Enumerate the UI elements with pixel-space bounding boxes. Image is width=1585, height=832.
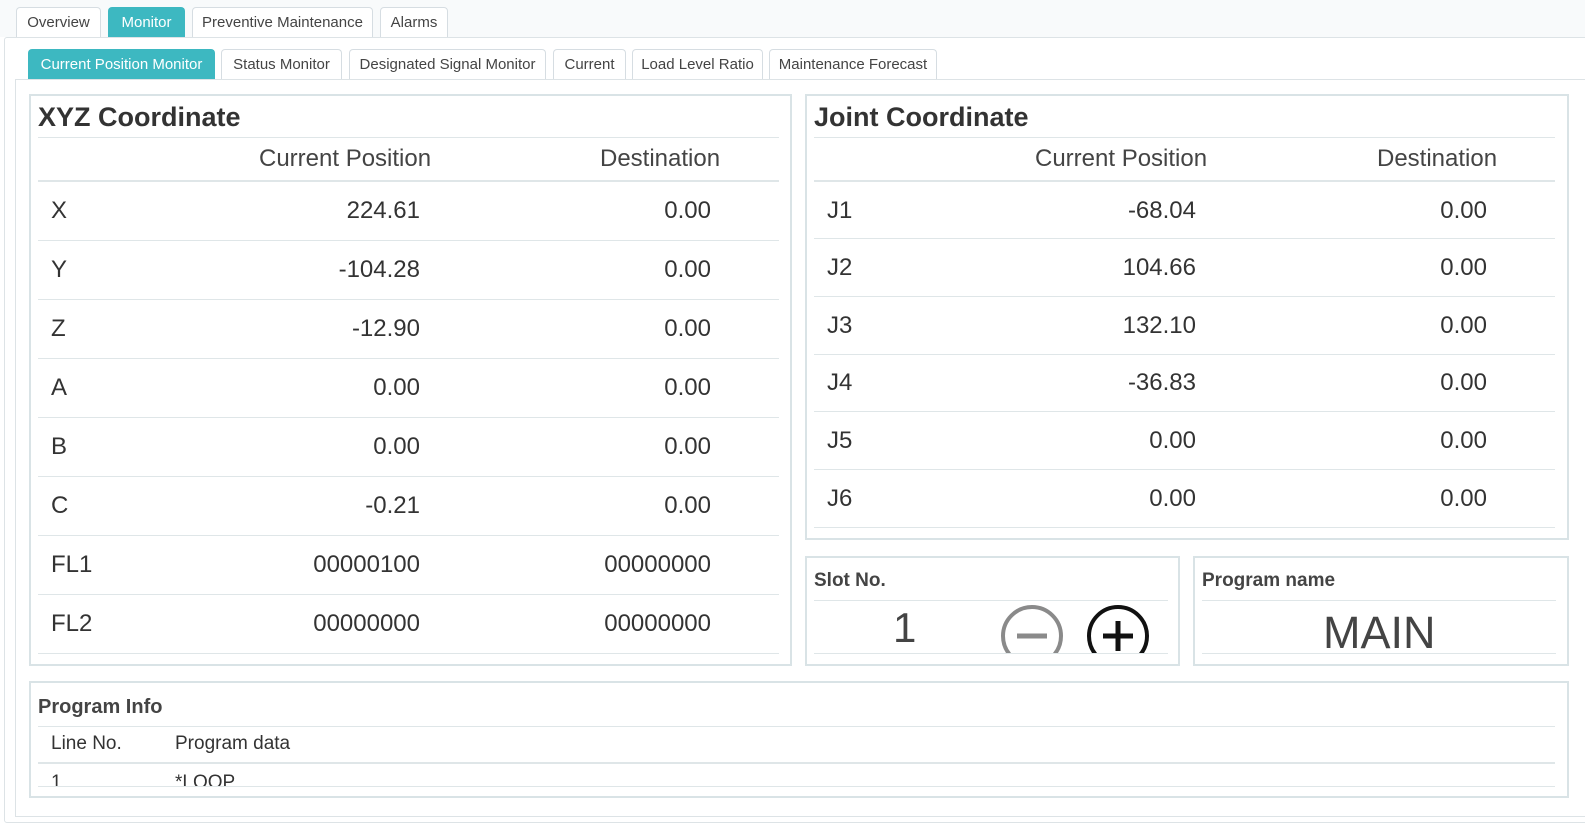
program-name-title: Program name — [1202, 570, 1336, 591]
joint-current-value: -68.04 — [1127, 197, 1196, 224]
row-divider — [38, 240, 779, 241]
tab-preventive-maintenance[interactable]: Preventive Maintenance — [192, 7, 373, 37]
subtab-current-position-monitor[interactable]: Current Position Monitor — [28, 49, 215, 79]
row-divider — [38, 358, 779, 359]
joint-destination-value: 0.00 — [1440, 254, 1487, 281]
joint-destination-value: 0.00 — [1440, 312, 1487, 339]
subtab-status-monitor[interactable]: Status Monitor — [221, 49, 342, 79]
program-name-value: MAIN — [1323, 607, 1436, 658]
xyz-axis-label: FL1 — [51, 551, 93, 578]
divider — [38, 786, 1555, 787]
subtab-designated-signal-monitor[interactable]: Designated Signal Monitor — [349, 49, 546, 79]
xyz-current-value: -104.28 — [338, 256, 420, 283]
joint-destination-value: 0.00 — [1440, 427, 1487, 454]
joint-current-value: 132.10 — [1122, 312, 1196, 339]
joint-destination-value: 0.00 — [1440, 369, 1487, 396]
program-line-number: 1 — [51, 772, 62, 786]
joint-current-value: 0.00 — [1149, 427, 1196, 454]
xyz-destination-value: 0.00 — [664, 492, 711, 519]
joint-current-value: 104.66 — [1122, 254, 1196, 281]
row-divider — [38, 653, 779, 654]
row-divider — [38, 417, 779, 418]
joint-axis-label: J5 — [827, 427, 853, 454]
program-info-col-line-no: Line No. — [51, 733, 122, 754]
tab-overview[interactable]: Overview — [16, 7, 101, 37]
xyz-destination-value: 0.00 — [664, 197, 711, 224]
xyz-current-value: -12.90 — [351, 315, 420, 342]
row-divider — [38, 476, 779, 477]
xyz-destination-value: 0.00 — [664, 256, 711, 283]
tab-alarms[interactable]: Alarms — [380, 7, 448, 37]
row-divider — [814, 296, 1555, 297]
joint-current-value: 0.00 — [1149, 485, 1196, 512]
xyz-axis-label: C — [51, 492, 69, 519]
divider — [38, 180, 779, 182]
joint-col-current-position: Current Position — [1035, 145, 1208, 172]
joint-col-destination: Destination — [1377, 145, 1498, 172]
subtab-load-level-ratio[interactable]: Load Level Ratio — [632, 49, 763, 79]
xyz-current-value: 00000000 — [313, 610, 420, 637]
joint-destination-value: 0.00 — [1440, 197, 1487, 224]
tab-monitor[interactable]: Monitor — [108, 7, 185, 37]
joint-axis-label: J4 — [827, 369, 853, 396]
divider — [38, 137, 779, 138]
slot-title: Slot No. — [814, 570, 886, 591]
joint-current-value: -36.83 — [1127, 369, 1196, 396]
row-divider — [814, 238, 1555, 239]
program-info-rows-clip: 1 *LOOP — [38, 764, 1555, 786]
row-divider — [38, 535, 779, 536]
xyz-destination-value: 0.00 — [664, 315, 711, 342]
xyz-col-destination: Destination — [600, 145, 721, 172]
xyz-axis-label: FL2 — [51, 610, 93, 637]
xyz-current-value: 0.00 — [373, 433, 420, 460]
xyz-axis-label: B — [51, 433, 68, 460]
divider — [38, 726, 1555, 727]
joint-axis-label: J3 — [827, 312, 853, 339]
xyz-destination-value: 00000000 — [604, 551, 711, 578]
xyz-panel-title: XYZ Coordinate — [38, 102, 241, 132]
row-divider — [38, 299, 779, 300]
joint-panel-title: Joint Coordinate — [814, 102, 1029, 132]
xyz-axis-label: Z — [51, 315, 66, 342]
xyz-destination-value: 00000000 — [604, 610, 711, 637]
joint-axis-label: J2 — [827, 254, 853, 281]
slot-number-value: 1 — [893, 604, 917, 651]
xyz-col-current-position: Current Position — [259, 145, 432, 172]
xyz-axis-label: X — [51, 197, 68, 224]
joint-destination-value: 0.00 — [1440, 485, 1487, 512]
program-info-col-program-data: Program data — [175, 733, 291, 754]
plus-circle-icon[interactable] — [1087, 605, 1149, 653]
divider — [814, 653, 1168, 654]
row-divider — [814, 411, 1555, 412]
divider — [814, 137, 1555, 138]
slot-buttons-clip — [990, 600, 1160, 653]
row-divider — [814, 354, 1555, 355]
xyz-current-value: 0.00 — [373, 374, 420, 401]
subtab-current[interactable]: Current — [553, 49, 626, 79]
divider — [1202, 600, 1556, 601]
joint-axis-label: J1 — [827, 197, 853, 224]
row-divider — [814, 469, 1555, 470]
row-divider — [814, 527, 1555, 528]
divider — [814, 180, 1555, 182]
row-divider — [38, 594, 779, 595]
divider — [1202, 653, 1556, 654]
program-info-title: Program Info — [38, 696, 163, 718]
xyz-current-value: 224.61 — [346, 197, 420, 224]
xyz-destination-value: 0.00 — [664, 433, 711, 460]
xyz-current-value: -0.21 — [365, 492, 420, 519]
minus-circle-icon[interactable] — [1001, 605, 1063, 653]
joint-axis-label: J6 — [827, 485, 853, 512]
xyz-current-value: 00000100 — [313, 551, 420, 578]
subtab-maintenance-forecast[interactable]: Maintenance Forecast — [769, 49, 937, 79]
xyz-axis-label: Y — [51, 256, 68, 283]
program-line-data: *LOOP — [175, 772, 236, 786]
xyz-axis-label: A — [51, 374, 68, 401]
xyz-destination-value: 0.00 — [664, 374, 711, 401]
